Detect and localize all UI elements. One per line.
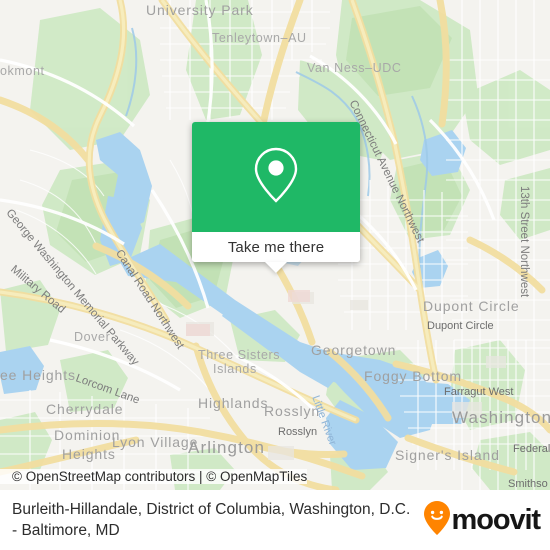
popup-image-area <box>192 122 360 232</box>
map-attribution: © OpenStreetMap contributors | © OpenMap… <box>0 462 550 490</box>
page-title: Burleith-Hillandale, District of Columbi… <box>12 501 411 539</box>
map-screenshot: University Park Tenleytown–AU okmont Van Ne… <box>0 0 550 550</box>
take-me-there-label: Take me there <box>227 238 325 256</box>
moovit-pin-icon <box>423 500 450 540</box>
attribution-text[interactable]: © OpenStreetMap contributors | © OpenMap… <box>0 468 308 484</box>
map-viewport[interactable]: University Park Tenleytown–AU okmont Van Ne… <box>0 0 550 490</box>
take-me-there-button[interactable]: Take me there <box>192 232 360 262</box>
popup-pointer <box>265 262 287 273</box>
location-popup[interactable]: Take me there <box>192 122 360 273</box>
moovit-logo[interactable]: moovit <box>423 500 542 540</box>
map-pin-icon <box>253 146 299 209</box>
footer-bar: Burleith-Hillandale, District of Columbi… <box>0 490 550 550</box>
moovit-wordmark: moovit <box>451 503 542 536</box>
